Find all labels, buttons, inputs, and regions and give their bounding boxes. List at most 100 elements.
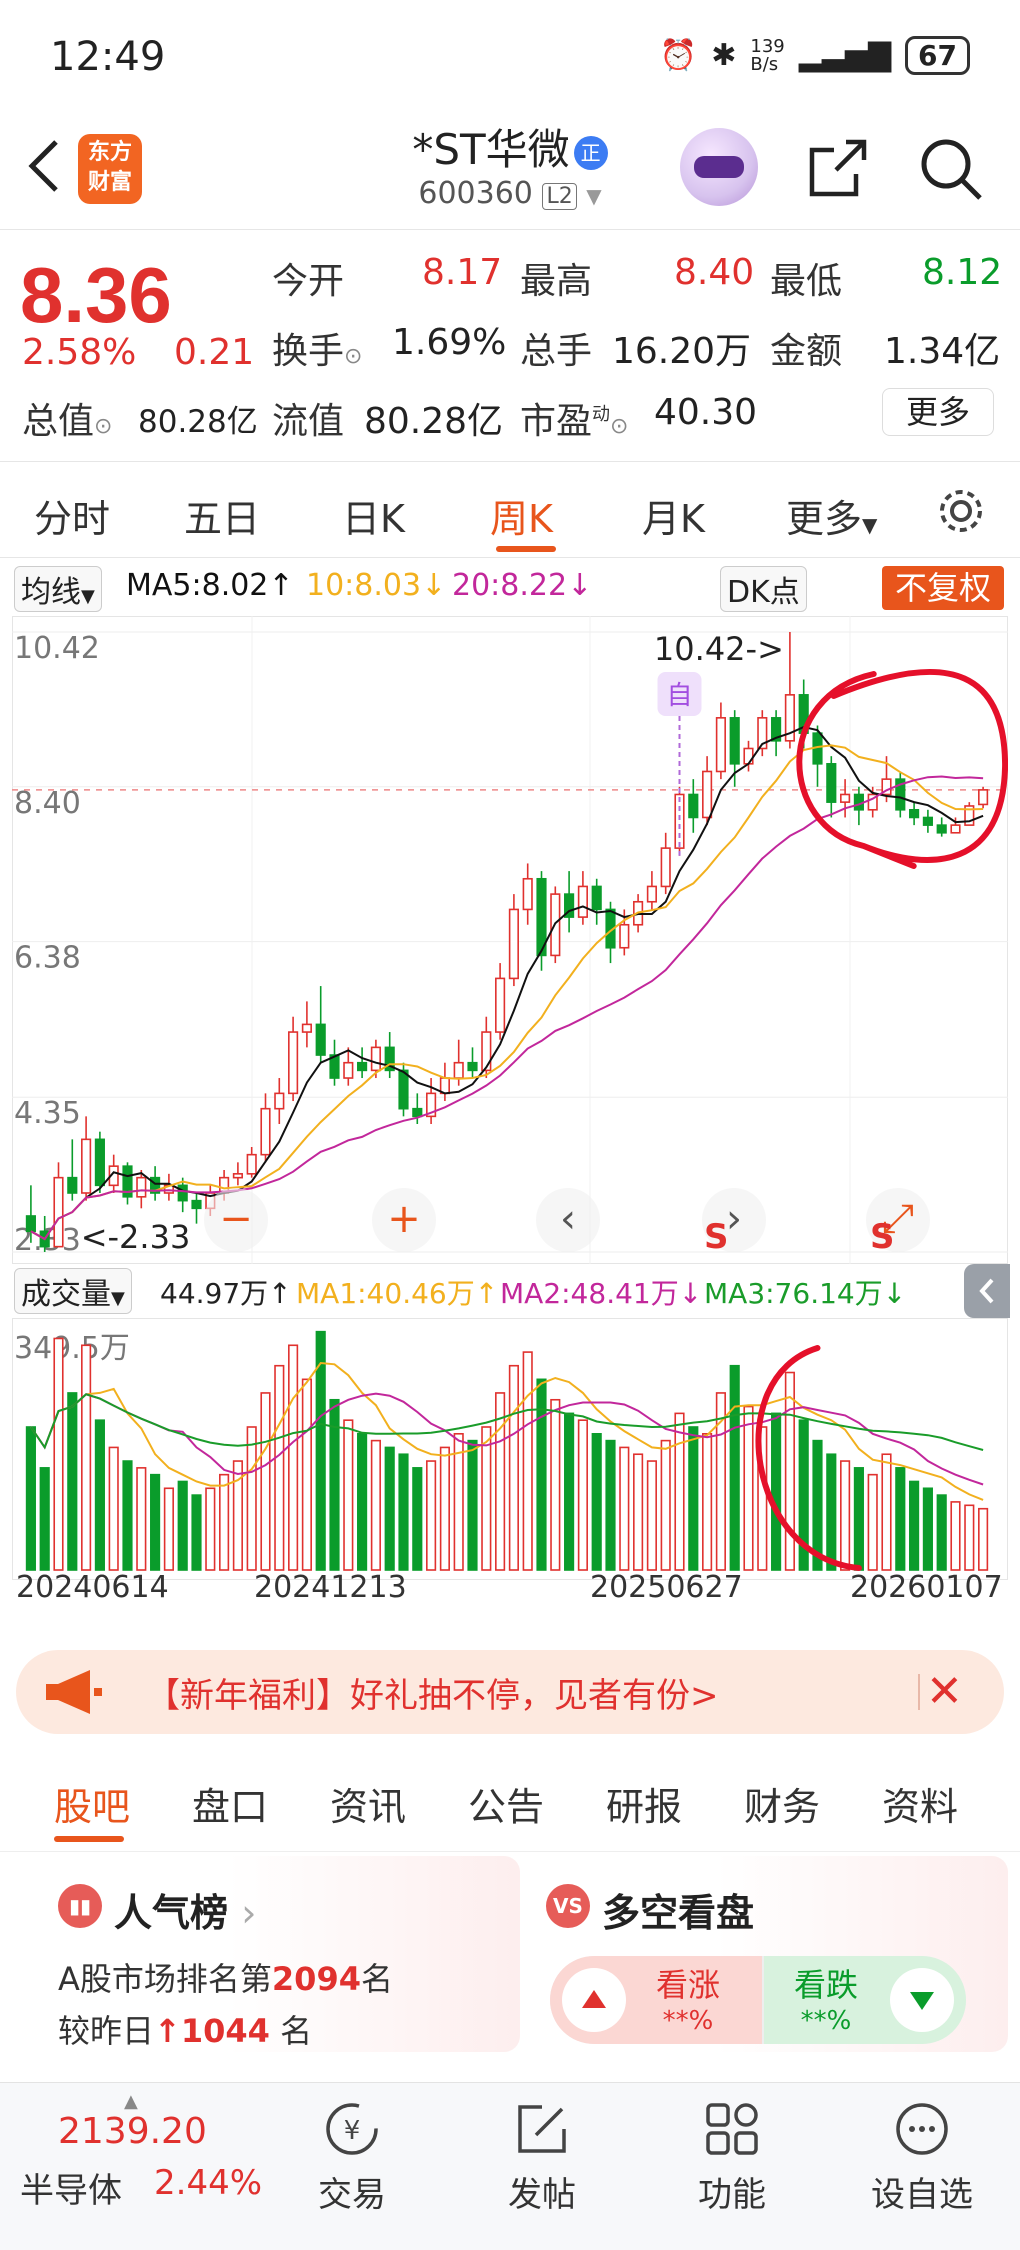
nav-post-label: 发帖 <box>508 2175 576 2215</box>
volume-value: 16.20万 <box>612 331 752 372</box>
volume-legend: 成交量▼ 44.97万↑ MA1:40.46万↑ MA2:48.41万↓ MA3… <box>0 1266 1020 1316</box>
banner-text[interactable]: 【新年福利】好礼抽不停，见者有份> <box>146 1668 719 1717</box>
tab-orderbook[interactable]: 盘口 <box>192 1776 268 1831</box>
active-tab-indicator <box>496 546 556 552</box>
candle-body <box>660 847 671 888</box>
index-value[interactable]: 2139.20 <box>58 2111 207 2152</box>
more-button[interactable]: 更多 <box>882 388 994 436</box>
adjust-button[interactable]: 不复权 <box>882 566 1004 610</box>
promo-banner[interactable]: 【新年福利】好礼抽不停，见者有份> ✕ <box>16 1650 1004 1734</box>
amount-value: 1.34亿 <box>884 331 1001 372</box>
pe-label-text: 市盈 <box>520 401 593 442</box>
market-rank: A股市场排名第2094名 <box>58 1954 393 2000</box>
tab-five-day[interactable]: 五日 <box>184 488 260 543</box>
info-icon[interactable]: ⊙ <box>344 344 362 369</box>
candle-body <box>260 1107 271 1156</box>
volume-bar <box>702 1433 713 1571</box>
volume-bar <box>619 1446 630 1571</box>
volume-bar <box>950 1501 961 1571</box>
volume-bar <box>577 1419 588 1571</box>
bearish-button[interactable] <box>890 1968 954 2032</box>
volume-bar <box>426 1460 437 1571</box>
volume-bar <box>67 1392 78 1571</box>
more-dots-icon <box>896 2103 948 2155</box>
ma10-line <box>30 744 984 1241</box>
bluetooth-icon: ✱ <box>711 38 737 73</box>
candle-body <box>702 770 713 819</box>
tab-weekly-k[interactable]: 周K <box>490 488 553 543</box>
high-value: 8.40 <box>674 252 755 293</box>
tab-research[interactable]: 研报 <box>606 1776 682 1831</box>
tab-finance[interactable]: 财务 <box>744 1776 820 1831</box>
candle-body <box>53 1176 64 1248</box>
tab-announcements[interactable]: 公告 <box>468 1776 544 1831</box>
collapse-panel-button[interactable] <box>964 1264 1010 1318</box>
rank-change-prefix: 较昨日 <box>58 2012 155 2050</box>
sentiment-card[interactable]: VS 多空看盘 看涨 **% 看跌 **% <box>522 1856 1008 2052</box>
volume-bar <box>94 1419 105 1571</box>
open-label: 今开 <box>272 261 345 302</box>
tab-profile[interactable]: 资料 <box>882 1776 958 1831</box>
index-name[interactable]: 半导体 <box>20 2163 122 2212</box>
tab-intraday[interactable]: 分时 <box>34 488 110 543</box>
vol-ma1: MA1:40.46万↑ <box>296 1277 499 1310</box>
gear-icon[interactable] <box>936 486 986 536</box>
x-tick-label: 20250627 <box>590 1570 743 1605</box>
candlestick-chart[interactable]: 10.428.406.384.352.3310.42-><-2.33自−+‹›⤢… <box>12 616 1008 1264</box>
y-tick-label: 4.35 <box>14 1096 81 1131</box>
info-icon[interactable]: ⊙ <box>610 414 628 439</box>
dk-point-button[interactable]: DK点 <box>720 566 807 612</box>
float-label: 流值 <box>272 401 345 442</box>
volume-bar <box>163 1487 174 1571</box>
tab-monthly-k[interactable]: 月K <box>642 488 705 543</box>
index-change: 2.44% <box>154 2163 263 2203</box>
volume-bar <box>536 1378 547 1571</box>
volume-bar <box>301 1378 312 1571</box>
bullish-label: 看涨 **% <box>656 1960 720 2036</box>
bullish-button[interactable] <box>562 1968 626 2032</box>
ma20-line <box>30 775 984 1241</box>
ma-selector[interactable]: 均线▼ <box>14 566 102 612</box>
max-price-label: 10.42-> <box>654 630 784 668</box>
nav-functions[interactable]: 功能 <box>672 2099 792 2216</box>
high-label: 最高 <box>520 261 593 302</box>
sell-signal-mark: S <box>704 1217 729 1257</box>
rank-change: 较昨日↑1044 名 <box>58 2006 312 2052</box>
zoom-in-icon[interactable]: + <box>372 1188 436 1252</box>
volume-bar <box>853 1467 864 1571</box>
nav-post[interactable]: 发帖 <box>482 2099 602 2216</box>
turnover-value: 1.69% <box>392 322 507 363</box>
candle-body <box>453 1061 464 1079</box>
ma-legend: 均线▼ MA5:8.02↑ 10:8.03↓ 20:8.22↓ DK点 不复权 <box>0 564 1020 612</box>
zoom-out-icon[interactable]: − <box>204 1188 268 1252</box>
volume-bar <box>398 1453 409 1571</box>
tab-more[interactable]: 更多▼ <box>786 488 877 543</box>
tab-forum[interactable]: 股吧 <box>54 1776 130 1831</box>
popularity-card[interactable]: ▮▮ 人气榜 › A股市场排名第2094名 较昨日↑1044 名 <box>34 1856 520 2052</box>
volume-bar <box>964 1504 975 1571</box>
y-tick-label: 8.40 <box>14 786 81 821</box>
volume-bar <box>25 1426 36 1571</box>
mktcap-label: 总值⊙ <box>22 392 112 444</box>
volume-bar <box>329 1398 340 1571</box>
tab-news[interactable]: 资讯 <box>330 1776 406 1831</box>
volume-chart[interactable]: 349.5万 <box>12 1318 1008 1580</box>
share-icon[interactable] <box>806 136 870 200</box>
assistant-robot-icon[interactable] <box>680 128 758 206</box>
search-icon[interactable] <box>918 136 984 202</box>
nav-add-watchlist[interactable]: 设自选 <box>862 2099 982 2216</box>
close-icon[interactable]: ✕ <box>926 1666 963 1717</box>
y-tick-label: 6.38 <box>14 941 81 976</box>
yuan-circle-icon: ¥ <box>326 2103 378 2155</box>
volume-bar <box>274 1364 285 1571</box>
pan-left-icon[interactable]: ‹ <box>536 1188 600 1252</box>
svg-text:¥: ¥ <box>344 2116 361 2146</box>
chevron-left-icon <box>979 1278 994 1304</box>
volume-bar <box>288 1344 299 1571</box>
nav-trade[interactable]: ¥ 交易 <box>292 2099 412 2216</box>
tab-daily-k[interactable]: 日K <box>342 488 405 543</box>
info-icon[interactable]: ⊙ <box>94 414 112 439</box>
open-value: 8.17 <box>422 252 503 293</box>
candle-body <box>25 1215 36 1233</box>
volume-selector[interactable]: 成交量▼ <box>14 1268 132 1314</box>
